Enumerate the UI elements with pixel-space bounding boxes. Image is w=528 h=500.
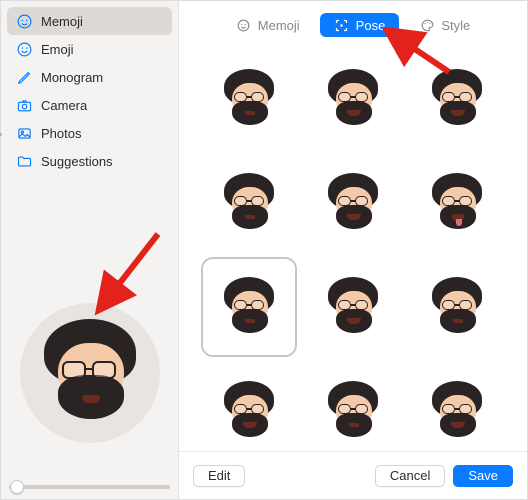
cancel-button[interactable]: Cancel (375, 465, 445, 487)
pose-cell[interactable] (201, 153, 297, 253)
preview-area (1, 293, 178, 499)
pose-cell[interactable] (409, 361, 505, 451)
main-panel: Memoji Pose (179, 1, 527, 499)
sidebar-item-label: Camera (41, 98, 87, 113)
memoji-head-icon (425, 171, 489, 235)
tab-style[interactable]: Style (405, 13, 484, 37)
emoji-smile-icon (15, 40, 33, 58)
tab-label: Style (441, 18, 470, 33)
sidebar-item-label: Memoji (41, 14, 83, 29)
pose-cell[interactable] (409, 257, 505, 357)
pencil-icon (15, 68, 33, 86)
pose-frame-icon (334, 17, 350, 33)
memoji-head-icon (425, 275, 489, 339)
memoji-head-icon (425, 67, 489, 131)
pose-grid (199, 49, 507, 451)
sidebar-item-label: Monogram (41, 70, 103, 85)
memoji-head-icon (425, 379, 489, 443)
sidebar-item-label: Emoji (41, 42, 74, 57)
sidebar-item-suggestions[interactable]: Suggestions (7, 147, 172, 175)
memoji-head-icon (321, 171, 385, 235)
pose-cell[interactable] (305, 361, 401, 451)
tab-pose[interactable]: Pose (320, 13, 400, 37)
pose-cell[interactable] (409, 49, 505, 149)
palette-icon (419, 17, 435, 33)
chevron-right-icon: › (0, 129, 2, 140)
pose-cell[interactable] (201, 361, 297, 451)
sidebar-item-camera[interactable]: Camera (7, 91, 172, 119)
memoji-head-icon (217, 171, 281, 235)
pose-cell[interactable] (305, 257, 401, 357)
memoji-head-icon (321, 379, 385, 443)
photos-icon (15, 124, 33, 142)
pose-cell[interactable] (409, 153, 505, 253)
camera-icon (15, 96, 33, 114)
sidebar-item-photos[interactable]: Photos (7, 119, 172, 147)
pose-cell[interactable] (305, 49, 401, 149)
memoji-head-icon (217, 275, 281, 339)
pose-cell[interactable] (201, 49, 297, 149)
memoji-face-icon (236, 17, 252, 33)
sidebar-item-label: Suggestions (41, 154, 113, 169)
sidebar: Memoji Emoji (1, 1, 179, 499)
sidebar-item-memoji[interactable]: Memoji (7, 7, 172, 35)
tab-bar: Memoji Pose (179, 1, 527, 43)
sidebar-item-monogram[interactable]: Monogram (7, 63, 172, 91)
memoji-head-icon (321, 67, 385, 131)
sidebar-item-label: Photos (41, 126, 81, 141)
memoji-preview[interactable] (20, 303, 160, 443)
memoji-head-icon (321, 275, 385, 339)
tab-label: Memoji (258, 18, 300, 33)
folder-icon (15, 152, 33, 170)
memoji-editor-window: Memoji Emoji (0, 0, 528, 500)
memoji-head-icon (217, 67, 281, 131)
sidebar-item-emoji[interactable]: Emoji (7, 35, 172, 63)
tab-memoji[interactable]: Memoji (222, 13, 314, 37)
footer-bar: Edit Cancel Save (179, 451, 527, 499)
edit-button[interactable]: Edit (193, 465, 245, 487)
memoji-head-icon (217, 379, 281, 443)
tab-label: Pose (356, 18, 386, 33)
sidebar-list: Memoji Emoji (1, 1, 178, 181)
save-button[interactable]: Save (453, 465, 513, 487)
pose-cell[interactable] (201, 257, 297, 357)
zoom-slider[interactable] (9, 485, 170, 489)
pose-cell[interactable] (305, 153, 401, 253)
pose-grid-area (179, 43, 527, 451)
memoji-face-icon (15, 12, 33, 30)
